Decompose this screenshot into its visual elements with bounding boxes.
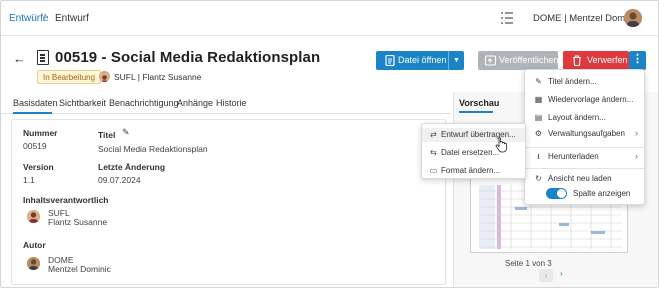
discard-label: Verwerfen bbox=[587, 55, 628, 65]
submenu-item-label: Format ändern... bbox=[441, 166, 501, 175]
menu-divider bbox=[525, 168, 644, 169]
owner-label: SUFL | Flantz Susanne bbox=[114, 72, 202, 82]
author-avatar bbox=[27, 257, 40, 270]
transfer-icon: ⇄ bbox=[430, 130, 437, 139]
menu-item-label: Verwaltungsaufgaben bbox=[548, 129, 625, 138]
content-owner-avatar bbox=[27, 210, 40, 223]
menu-item-reload-view[interactable]: ↻ Ansicht neu laden bbox=[525, 172, 644, 186]
top-bar: Entwürfe / Entwurf DOME | Mentzel Domini… bbox=[1, 1, 658, 36]
menu-item-label: Layout ändern... bbox=[548, 113, 606, 122]
tab-bar: Basisdaten Sichtbarkeit Benachrichtigung… bbox=[1, 92, 451, 114]
show-column-label: Spalte anzeigen bbox=[573, 189, 631, 198]
tab-historie[interactable]: Historie bbox=[216, 98, 247, 108]
page-title: 00519 - Social Media Redaktionsplan bbox=[55, 49, 321, 66]
menu-item-label: Wiedervorlage ändern... bbox=[548, 95, 634, 104]
number-label: Nummer bbox=[23, 128, 58, 138]
previous-page-button[interactable]: ‹ bbox=[539, 269, 553, 282]
file-icon: ▭ bbox=[429, 166, 438, 175]
menu-item-change-reminder[interactable]: ▦ Wiedervorlage ändern... bbox=[525, 93, 644, 107]
menu-item-admin-tasks[interactable]: ⚙ Verwaltungsaufgaben › bbox=[525, 127, 644, 141]
menu-item-label: Ansicht neu laden bbox=[548, 174, 612, 183]
layout-icon: ▤ bbox=[534, 113, 543, 122]
tab-benachrichtigung[interactable]: Benachrichtigung bbox=[109, 98, 179, 108]
submenu-item-change-format[interactable]: ▭ Format ändern... bbox=[422, 164, 525, 178]
chevron-down-icon[interactable]: ▼ bbox=[448, 51, 464, 70]
title-label: Titel bbox=[98, 130, 116, 140]
title-value: Social Media Redaktionsplan bbox=[98, 144, 208, 154]
download-icon: ⭳ bbox=[537, 152, 540, 161]
trash-icon bbox=[573, 55, 581, 66]
tab-basisdaten[interactable]: Basisdaten bbox=[13, 98, 58, 108]
menu-item-label: Herunterladen bbox=[548, 152, 599, 161]
menu-item-change-layout[interactable]: ▤ Layout ändern... bbox=[525, 111, 644, 125]
open-file-button[interactable]: Datei öffnen ▼ bbox=[376, 51, 464, 70]
tab-vorschau[interactable]: Vorschau bbox=[459, 98, 499, 108]
edit-title-pencil-icon[interactable]: ✎ bbox=[122, 127, 130, 138]
hand-cursor-icon bbox=[495, 137, 507, 153]
last-change-value: 09.07.2024 bbox=[98, 175, 141, 185]
gear-icon: ⚙ bbox=[534, 129, 543, 138]
pencil-icon: ✎ bbox=[535, 77, 542, 86]
submenu-item-label: Datei ersetzen... bbox=[441, 148, 500, 157]
publish-icon bbox=[485, 55, 496, 66]
submenu-item-transfer-draft[interactable]: ⇄ Entwurf übertragen... bbox=[422, 128, 525, 142]
app-window: Entwürfe / Entwurf DOME | Mentzel Domini… bbox=[0, 0, 659, 288]
show-column-toggle[interactable] bbox=[546, 188, 567, 199]
menu-divider bbox=[525, 147, 644, 148]
active-tab-indicator bbox=[13, 112, 52, 114]
content-owner-label: Inhaltsverantwortlich bbox=[23, 195, 109, 205]
preview-tab-indicator bbox=[459, 111, 493, 113]
last-change-label: Letzte Änderung bbox=[98, 162, 166, 172]
chevron-right-icon: › bbox=[635, 151, 638, 161]
owner-avatar bbox=[99, 71, 110, 82]
chevron-right-icon: › bbox=[635, 128, 638, 138]
author-label: Autor bbox=[23, 240, 46, 250]
open-file-label: Datei öffnen bbox=[398, 55, 447, 65]
refresh-icon: ↻ bbox=[535, 174, 542, 183]
more-actions-menu: ✎ Titel ändern... ▦ Wiedervorlage ändern… bbox=[524, 69, 645, 205]
version-value: 1.1 bbox=[23, 175, 35, 185]
author-name: Mentzel Dominic bbox=[48, 264, 111, 274]
calendar-icon: ▦ bbox=[534, 95, 543, 104]
more-actions-button[interactable]: ⋮ bbox=[629, 51, 646, 70]
back-arrow-icon[interactable]: ← bbox=[13, 51, 26, 66]
status-badge: In Bearbeitung bbox=[37, 70, 102, 84]
publish-label: Veröffentlichen bbox=[499, 55, 559, 65]
menu-item-download[interactable]: ⭳ Herunterladen › bbox=[525, 150, 644, 164]
discard-button[interactable]: Verwerfen bbox=[563, 51, 629, 70]
task-list-icon[interactable] bbox=[500, 11, 514, 25]
admin-tasks-submenu: ⇄ Entwurf übertragen... ⇆ Datei ersetzen… bbox=[421, 123, 526, 179]
next-page-button[interactable]: › bbox=[560, 269, 563, 278]
content-owner-name: Flantz Susanne bbox=[48, 217, 108, 227]
menu-item-label: Titel ändern... bbox=[548, 77, 597, 86]
number-value: 00519 bbox=[23, 141, 47, 151]
publish-button[interactable]: Veröffentlichen bbox=[478, 51, 558, 70]
document-icon bbox=[37, 50, 49, 65]
user-avatar[interactable] bbox=[624, 9, 642, 27]
page-indicator: Seite 1 von 3 bbox=[505, 259, 552, 268]
tab-sichtbarkeit[interactable]: Sichtbarkeit bbox=[59, 98, 106, 108]
version-label: Version bbox=[23, 162, 54, 172]
breadcrumb-separator: / bbox=[43, 13, 46, 24]
submenu-item-replace-file[interactable]: ⇆ Datei ersetzen... bbox=[422, 146, 525, 160]
tab-anhaenge[interactable]: Anhänge bbox=[177, 98, 213, 108]
swap-icon: ⇆ bbox=[430, 148, 437, 157]
document-icon bbox=[385, 55, 395, 66]
menu-item-change-title[interactable]: ✎ Titel ändern... bbox=[525, 75, 644, 89]
breadcrumb-current: Entwurf bbox=[55, 13, 89, 24]
